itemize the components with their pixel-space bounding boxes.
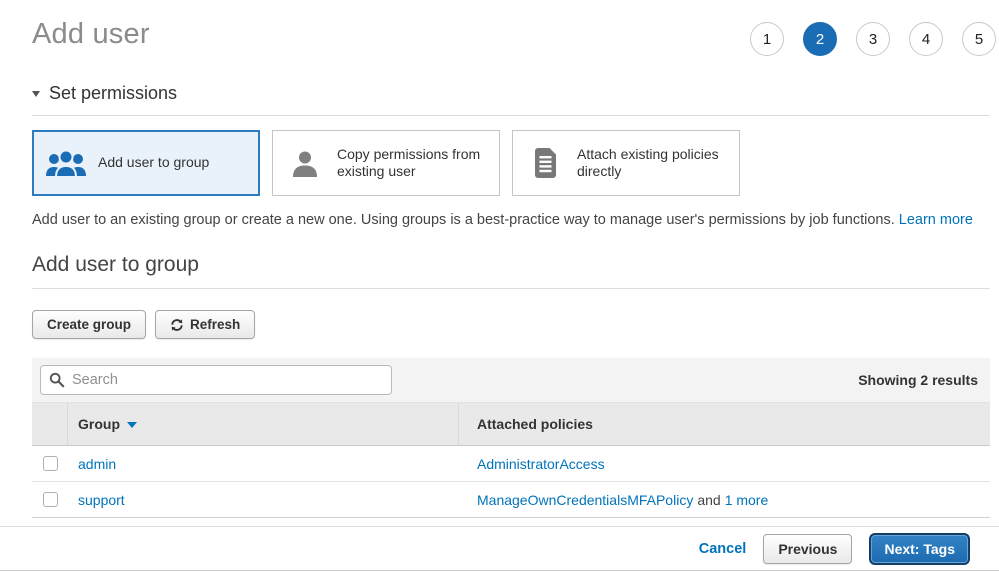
cancel-link[interactable]: Cancel (699, 541, 747, 557)
header-checkbox-cell (32, 403, 68, 445)
and-separator: and (697, 492, 720, 508)
description-text: Add user to an existing group or create … (32, 212, 895, 228)
page-header: Add user 1 2 3 4 5 (32, 0, 990, 56)
step-3: 3 (856, 22, 890, 56)
group-actions: Create group Refresh (32, 310, 990, 339)
step-1: 1 (750, 22, 784, 56)
policy-link[interactable]: AdministratorAccess (477, 456, 605, 472)
card-label: Attach existing policies directly (577, 146, 729, 181)
group-link[interactable]: admin (78, 456, 116, 472)
set-permissions-collapse-header[interactable]: Set permissions (32, 83, 990, 116)
page-title: Add user (32, 18, 150, 51)
step-indicator: 1 2 3 4 5 (750, 22, 996, 56)
section-title: Set permissions (49, 83, 177, 104)
learn-more-link[interactable]: Learn more (899, 212, 973, 228)
previous-button[interactable]: Previous (763, 534, 852, 564)
user-group-icon (44, 148, 88, 178)
create-group-button[interactable]: Create group (32, 310, 146, 339)
row-checkbox[interactable] (43, 456, 58, 471)
card-add-user-to-group[interactable]: Add user to group (32, 130, 260, 196)
step-4: 4 (909, 22, 943, 56)
sort-desc-icon (127, 422, 137, 428)
search-box (40, 365, 392, 395)
policy-link[interactable]: ManageOwnCredentialsMFAPolicy (477, 492, 693, 508)
policy-document-icon (523, 147, 567, 179)
table-toolbar: Showing 2 results (32, 358, 990, 403)
add-user-to-group-title: Add user to group (32, 253, 990, 289)
table-row-admin: admin AdministratorAccess (32, 446, 990, 482)
card-label: Add user to group (98, 154, 209, 172)
refresh-button[interactable]: Refresh (155, 310, 255, 339)
column-header-group[interactable]: Group (68, 403, 459, 445)
collapse-caret-icon (32, 91, 40, 97)
table-header-row: Group Attached policies (32, 403, 990, 446)
groups-table: Showing 2 results Group Attached policie… (32, 358, 990, 518)
step-2-active: 2 (803, 22, 837, 56)
results-count: Showing 2 results (858, 372, 980, 388)
permission-option-cards: Add user to group Copy permissions from … (32, 130, 990, 196)
add-user-page: Add user 1 2 3 4 5 Set permissions (32, 0, 990, 518)
section-description: Add user to an existing group or create … (32, 212, 990, 228)
wizard-footer: Cancel Previous Next: Tags (0, 526, 999, 571)
search-input[interactable] (40, 365, 392, 395)
search-icon (49, 372, 65, 388)
refresh-icon (170, 318, 184, 332)
single-user-icon (283, 148, 327, 178)
card-copy-permissions[interactable]: Copy permissions from existing user (272, 130, 500, 196)
row-checkbox[interactable] (43, 492, 58, 507)
group-link[interactable]: support (78, 492, 125, 508)
next-tags-button[interactable]: Next: Tags (869, 533, 970, 565)
card-label: Copy permissions from existing user (337, 146, 489, 181)
step-5: 5 (962, 22, 996, 56)
table-row-support: support ManageOwnCredentialsMFAPolicy an… (32, 482, 990, 518)
column-header-attached-policies: Attached policies (459, 403, 990, 445)
card-attach-policies[interactable]: Attach existing policies directly (512, 130, 740, 196)
more-policies-link[interactable]: 1 more (725, 492, 769, 508)
